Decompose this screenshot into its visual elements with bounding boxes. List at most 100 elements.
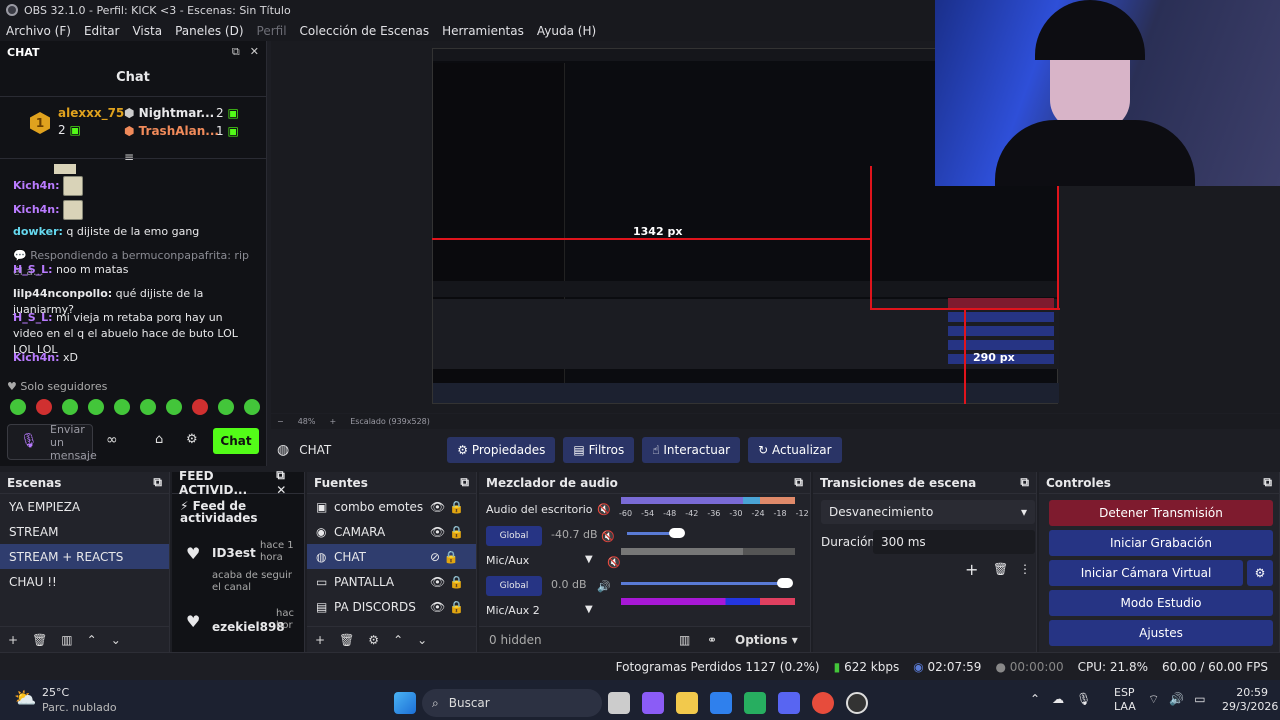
- send-chat-button[interactable]: Chat: [213, 428, 259, 454]
- file-explorer-icon[interactable]: [676, 692, 698, 714]
- trash-icon[interactable]: 🗑: [32, 633, 47, 647]
- emote-icon[interactable]: [62, 399, 78, 415]
- windows-start-icon[interactable]: [394, 692, 416, 714]
- refresh-button[interactable]: ↻ Actualizar: [748, 437, 842, 463]
- menu-paneles[interactable]: Paneles (D): [175, 24, 243, 38]
- menu-vista[interactable]: Vista: [132, 24, 162, 38]
- layout-icon[interactable]: ▥: [679, 633, 707, 647]
- zoom-out-button[interactable]: −: [277, 417, 284, 426]
- emote-icon[interactable]: [114, 399, 130, 415]
- discord-icon[interactable]: [778, 692, 800, 714]
- float-icon[interactable]: ⧉: [232, 45, 240, 59]
- add-icon[interactable]: +: [965, 560, 978, 579]
- more-icon[interactable]: ⋮: [1019, 562, 1031, 576]
- weather-desc[interactable]: Parc. nublado: [42, 701, 117, 714]
- emote-icon[interactable]: [140, 399, 156, 415]
- scene-item[interactable]: STREAM: [0, 519, 169, 544]
- volume-slider[interactable]: [621, 582, 791, 585]
- close-icon[interactable]: ✕: [250, 45, 259, 59]
- word-icon[interactable]: [710, 692, 732, 714]
- mute-icon[interactable]: 🔇: [607, 556, 621, 569]
- filter-icon[interactable]: ▥: [61, 633, 72, 647]
- source-item[interactable]: ▭ PANTALLA 👁 🔒: [307, 569, 476, 594]
- transition-select[interactable]: Desvanecimiento ▾: [821, 500, 1035, 524]
- source-item-selected[interactable]: ◍ CHAT ⊘ 🔒: [307, 544, 476, 569]
- source-item[interactable]: ◉ CAMARA 👁 🔒: [307, 519, 476, 544]
- weather-temp[interactable]: 25°C: [42, 686, 69, 699]
- scene-item-selected[interactable]: STREAM + REACTS: [0, 544, 169, 569]
- dropdown-icon[interactable]: ▼: [585, 554, 593, 565]
- slider-handle[interactable]: [669, 528, 685, 538]
- task-view-icon[interactable]: [608, 692, 630, 714]
- add-icon[interactable]: +: [315, 633, 325, 647]
- trash-icon[interactable]: 🗑: [339, 633, 354, 647]
- start-virtual-camera-button[interactable]: Iniciar Cámara Virtual: [1049, 560, 1243, 586]
- options-button[interactable]: Options ▾: [735, 633, 798, 647]
- obs-icon[interactable]: [846, 692, 868, 714]
- excel-icon[interactable]: [744, 692, 766, 714]
- float-icon[interactable]: ⧉: [794, 475, 803, 490]
- speaker-icon[interactable]: 🔊: [597, 580, 611, 593]
- menu-archivo[interactable]: Archivo (F): [6, 24, 71, 38]
- gear-icon[interactable]: ⚙: [368, 633, 379, 647]
- battery-icon[interactable]: ▭: [1194, 692, 1205, 707]
- leader-1-name[interactable]: alexxx_75: [58, 106, 124, 120]
- start-recording-button[interactable]: Iniciar Grabación: [1049, 530, 1273, 556]
- clock[interactable]: 20:59 29/3/2026: [1222, 686, 1278, 714]
- properties-button[interactable]: ⚙ Propiedades: [447, 437, 556, 463]
- up-icon[interactable]: ⌃: [393, 633, 403, 647]
- emote-icon[interactable]: [192, 399, 208, 415]
- trash-icon[interactable]: 🗑: [993, 562, 1008, 576]
- menu-herramientas[interactable]: Herramientas: [442, 24, 524, 38]
- down-icon[interactable]: ⌄: [417, 633, 427, 647]
- leader-3-name[interactable]: ⬢ TrashAlan...: [124, 124, 219, 138]
- global-tag[interactable]: Global: [486, 576, 542, 596]
- store-icon[interactable]: ⌂: [155, 432, 163, 447]
- mute-icon[interactable]: 🔇: [597, 503, 611, 516]
- scene-item[interactable]: CHAU !!: [0, 569, 169, 594]
- emote-icon[interactable]: [10, 399, 26, 415]
- link-icon[interactable]: ⚭: [707, 633, 735, 647]
- settings-button[interactable]: Ajustes: [1049, 620, 1273, 646]
- stop-stream-button[interactable]: Detener Transmisión: [1049, 500, 1273, 526]
- menu-editar[interactable]: Editar: [84, 24, 120, 38]
- menu-coleccion[interactable]: Colección de Escenas: [300, 24, 430, 38]
- emote-icon[interactable]: [218, 399, 234, 415]
- scene-item[interactable]: YA EMPIEZA: [0, 494, 169, 519]
- volume-icon[interactable]: 🔊: [1169, 692, 1184, 707]
- filters-button[interactable]: ▤ Filtros: [563, 437, 635, 463]
- menu-perfil[interactable]: Perfil: [257, 24, 287, 38]
- infinity-icon[interactable]: ∞: [106, 432, 118, 448]
- language-indicator[interactable]: ESP LAA: [1114, 686, 1136, 714]
- global-tag[interactable]: Global: [486, 526, 542, 546]
- leader-2-name[interactable]: ⬢ Nightmar...: [124, 106, 214, 120]
- onedrive-icon[interactable]: ☁: [1052, 692, 1064, 706]
- float-icon[interactable]: ⧉: [1263, 475, 1272, 490]
- chat-input[interactable]: 🎙 Enviar un mensaje: [7, 423, 97, 462]
- interact-button[interactable]: ☝ Interactuar: [642, 437, 741, 463]
- emote-icon[interactable]: [88, 399, 104, 415]
- copilot-icon[interactable]: [642, 692, 664, 714]
- mute-icon[interactable]: 🔇: [601, 530, 615, 543]
- emote-icon[interactable]: [36, 399, 52, 415]
- tray-chevron-icon[interactable]: ⌃: [1030, 692, 1040, 706]
- feed-user[interactable]: ezekiel898: [212, 620, 285, 634]
- duration-input[interactable]: 300 ms: [873, 530, 1035, 554]
- dropdown-icon[interactable]: ▼: [585, 604, 593, 615]
- add-icon[interactable]: +: [8, 633, 18, 647]
- slider-handle[interactable]: [777, 578, 793, 588]
- emote-icon[interactable]: [166, 399, 182, 415]
- virtual-camera-settings-icon[interactable]: ⚙: [1247, 560, 1273, 586]
- microphone-icon[interactable]: 🎙: [20, 433, 38, 449]
- menu-ayuda[interactable]: Ayuda (H): [537, 24, 596, 38]
- zoom-in-button[interactable]: +: [329, 417, 336, 426]
- chrome-icon[interactable]: [812, 692, 834, 714]
- emote-icon[interactable]: [244, 399, 260, 415]
- mic-icon[interactable]: 🎙: [1076, 692, 1091, 706]
- wifi-icon[interactable]: ⌔: [1148, 692, 1159, 707]
- taskbar-search[interactable]: ⌕ Buscar: [422, 689, 602, 717]
- up-icon[interactable]: ⌃: [87, 633, 97, 647]
- feed-user[interactable]: ID3est: [212, 546, 256, 560]
- down-icon[interactable]: ⌄: [111, 633, 121, 647]
- float-icon[interactable]: ⧉: [1020, 475, 1029, 490]
